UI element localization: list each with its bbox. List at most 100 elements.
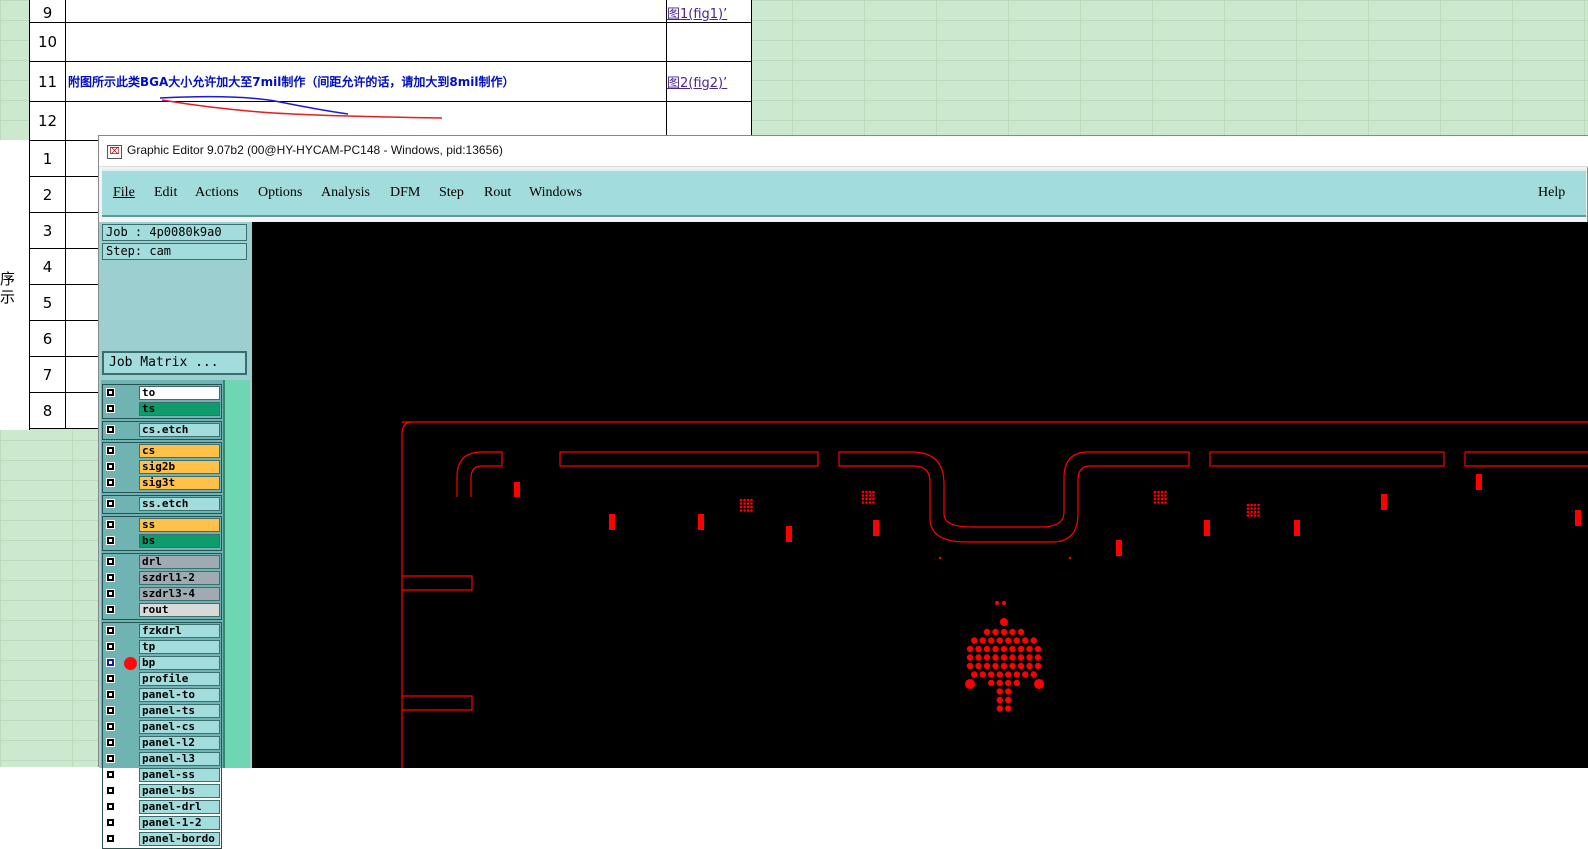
title-bar[interactable]: ⌧ Graphic Editor 9.07b2 (00@HY-HYCAM-PC1… xyxy=(99,136,1588,167)
layer-name[interactable]: bs xyxy=(139,534,220,548)
layer-checkbox[interactable] xyxy=(106,834,115,843)
layer-name[interactable]: panel-to xyxy=(139,688,220,702)
layer-row-bs[interactable]: bs xyxy=(104,534,220,549)
layer-checkbox[interactable] xyxy=(106,499,115,508)
layer-name[interactable]: profile xyxy=(139,672,220,686)
layer-checkbox[interactable] xyxy=(106,690,115,699)
layer-row-szdrl1-2[interactable]: szdrl1-2 xyxy=(104,571,220,586)
layer-row-rout[interactable]: rout xyxy=(104,603,220,618)
layer-checkbox[interactable] xyxy=(106,404,115,413)
layer-name[interactable]: bp xyxy=(139,656,220,670)
layer-name[interactable]: szdrl1-2 xyxy=(139,571,220,585)
layer-name[interactable]: panel-ss xyxy=(139,768,220,782)
layer-checkbox[interactable] xyxy=(106,573,115,582)
layer-row-panel-bordo[interactable]: panel-bordo xyxy=(104,832,220,847)
layer-row-panel-drl[interactable]: panel-drl xyxy=(104,800,220,815)
layer-row-cs[interactable]: cs xyxy=(104,444,220,459)
layer-row-ss.etch[interactable]: ss.etch xyxy=(104,497,220,512)
layer-checkbox[interactable] xyxy=(106,722,115,731)
layer-row-tp[interactable]: tp xyxy=(104,640,220,655)
menu-file[interactable]: File xyxy=(113,185,135,201)
layer-checkbox[interactable] xyxy=(106,589,115,598)
layer-checkbox[interactable] xyxy=(106,536,115,545)
layer-row-sig3t[interactable]: sig3t xyxy=(104,476,220,491)
layer-name[interactable]: tp xyxy=(139,640,220,654)
layer-checkbox[interactable] xyxy=(106,388,115,397)
layer-scrollbar[interactable] xyxy=(223,380,250,768)
layer-name[interactable]: ts xyxy=(139,402,220,416)
layer-row-ss[interactable]: ss xyxy=(104,518,220,533)
layer-name[interactable]: sig3t xyxy=(139,476,220,490)
figure-link[interactable]: 图2(fig2)’ xyxy=(666,61,752,102)
layer-checkbox[interactable] xyxy=(106,738,115,747)
layer-checkbox[interactable] xyxy=(106,605,115,614)
layer-name[interactable]: ss.etch xyxy=(139,497,220,511)
layer-name[interactable]: cs xyxy=(139,444,220,458)
layer-checkbox[interactable] xyxy=(106,425,115,434)
layer-row-panel-l2[interactable]: panel-l2 xyxy=(104,736,220,751)
layer-checkbox[interactable] xyxy=(106,674,115,683)
layer-checkbox[interactable] xyxy=(106,754,115,763)
layer-name[interactable]: panel-l3 xyxy=(139,752,220,766)
layer-row-panel-cs[interactable]: panel-cs xyxy=(104,720,220,735)
layer-checkbox[interactable] xyxy=(106,770,115,779)
layer-row-to[interactable]: to xyxy=(104,386,220,401)
layer-name[interactable]: to xyxy=(139,386,220,400)
layer-checkbox[interactable] xyxy=(106,626,115,635)
menu-actions[interactable]: Actions xyxy=(195,185,239,201)
layer-name[interactable]: panel-cs xyxy=(139,720,220,734)
menu-analysis[interactable]: Analysis xyxy=(321,185,370,201)
layer-name[interactable]: drl xyxy=(139,555,220,569)
layer-row-panel-l3[interactable]: panel-l3 xyxy=(104,752,220,767)
layer-name[interactable]: fzkdrl xyxy=(139,624,220,638)
layer-checkbox[interactable] xyxy=(106,818,115,827)
menu-rout[interactable]: Rout xyxy=(484,185,511,201)
small-pad xyxy=(746,502,750,505)
menu-help[interactable]: Help xyxy=(1538,185,1565,201)
menu-dfm[interactable]: DFM xyxy=(390,185,420,201)
layer-row-panel-ss[interactable]: panel-ss xyxy=(104,768,220,783)
job-matrix-button[interactable]: Job Matrix ... xyxy=(102,351,247,375)
layer-checkbox[interactable] xyxy=(106,462,115,471)
layer-checkbox[interactable] xyxy=(106,557,115,566)
layer-name[interactable]: sig2b xyxy=(139,460,220,474)
layer-row-panel-1-2[interactable]: panel-1-2 xyxy=(104,816,220,831)
layer-checkbox[interactable] xyxy=(106,706,115,715)
layer-row-cs.etch[interactable]: cs.etch xyxy=(104,423,220,438)
layer-checkbox[interactable] xyxy=(106,446,115,455)
layer-row-panel-bs[interactable]: panel-bs xyxy=(104,784,220,799)
layer-checkbox[interactable] xyxy=(106,642,115,651)
figure-link[interactable]: 图1(fig1)’ xyxy=(666,0,752,23)
figure-link[interactable] xyxy=(666,22,752,62)
layer-name[interactable]: cs.etch xyxy=(139,423,220,437)
menu-options[interactable]: Options xyxy=(258,185,302,201)
layer-checkbox[interactable] xyxy=(106,478,115,487)
layer-name[interactable]: panel-drl xyxy=(139,800,220,814)
layer-row-ts[interactable]: ts xyxy=(104,402,220,417)
layer-checkbox[interactable] xyxy=(106,658,115,667)
graphic-canvas[interactable] xyxy=(252,222,1588,768)
layer-row-panel-ts[interactable]: panel-ts xyxy=(104,704,220,719)
layer-name[interactable]: rout xyxy=(139,603,220,617)
layer-row-profile[interactable]: profile xyxy=(104,672,220,687)
layer-name[interactable]: panel-ts xyxy=(139,704,220,718)
menu-windows[interactable]: Windows xyxy=(529,185,582,201)
layer-name[interactable]: panel-l2 xyxy=(139,736,220,750)
layer-row-panel-to[interactable]: panel-to xyxy=(104,688,220,703)
layer-name[interactable]: szdrl3-4 xyxy=(139,587,220,601)
layer-checkbox[interactable] xyxy=(106,802,115,811)
menu-edit[interactable]: Edit xyxy=(154,185,177,201)
menu-step[interactable]: Step xyxy=(439,185,464,201)
layer-name[interactable]: ss xyxy=(139,518,220,532)
graphic-editor-window[interactable]: ⌧ Graphic Editor 9.07b2 (00@HY-HYCAM-PC1… xyxy=(98,135,1588,849)
layer-row-sig2b[interactable]: sig2b xyxy=(104,460,220,475)
layer-row-szdrl3-4[interactable]: szdrl3-4 xyxy=(104,587,220,602)
layer-row-bp[interactable]: bp xyxy=(104,656,220,671)
layer-checkbox[interactable] xyxy=(106,520,115,529)
layer-name[interactable]: panel-bordo xyxy=(139,832,220,846)
layer-checkbox[interactable] xyxy=(106,786,115,795)
layer-row-drl[interactable]: drl xyxy=(104,555,220,570)
layer-name[interactable]: panel-bs xyxy=(139,784,220,798)
layer-name[interactable]: panel-1-2 xyxy=(139,816,220,830)
layer-row-fzkdrl[interactable]: fzkdrl xyxy=(104,624,220,639)
